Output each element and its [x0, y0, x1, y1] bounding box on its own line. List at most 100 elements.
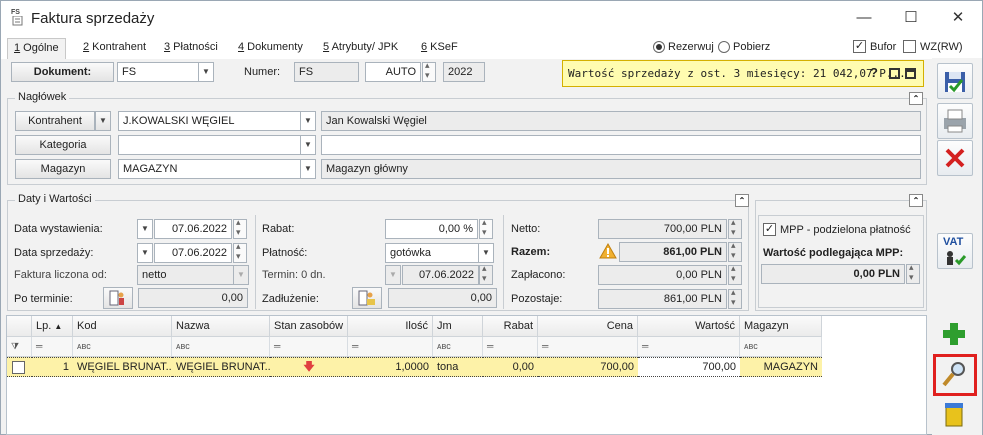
window-icon[interactable]: [905, 68, 916, 79]
tab-kontrahent[interactable]: 2 Kontrahent: [77, 38, 152, 59]
grid-filter-jm[interactable]: ᴀʙc: [433, 337, 483, 357]
rezerwuj-label: Rezerwuj: [668, 41, 714, 53]
edit-button[interactable]: [937, 357, 973, 393]
rabat-field[interactable]: 0,00 %: [385, 219, 478, 239]
grid-header-rabat[interactable]: Rabat: [483, 316, 538, 337]
grid-filter-wartosc[interactable]: ═: [638, 337, 740, 357]
print-button[interactable]: [937, 103, 973, 139]
collapse-icon[interactable]: ⌃: [909, 92, 923, 105]
expand-icon[interactable]: [889, 68, 900, 79]
filter-icon[interactable]: ⧩: [7, 337, 32, 357]
sales-info-banner: Wartość sprzedaży z ost. 3 miesięcy: 21 …: [562, 60, 924, 87]
po-terminie-button[interactable]: [103, 287, 133, 309]
tab-ksef[interactable]: 6 KSeF: [415, 38, 464, 59]
row-ilosc[interactable]: 1,0000: [348, 357, 433, 377]
row-cena[interactable]: 700,00: [538, 357, 638, 377]
grid-filter-stan[interactable]: ═: [270, 337, 348, 357]
grid-header-cena[interactable]: Cena: [538, 316, 638, 337]
grid-header-wartosc[interactable]: Wartość: [638, 316, 740, 337]
table-row[interactable]: [7, 357, 32, 377]
data-sprzedazy-spinner[interactable]: [233, 241, 247, 263]
chevron-down-icon[interactable]: ▼: [478, 243, 494, 263]
wz-checkbox[interactable]: [903, 40, 916, 53]
platnosc-select[interactable]: gotówka: [385, 243, 479, 263]
pobierz-radio[interactable]: [718, 41, 730, 53]
grid-header-ilosc[interactable]: Ilość: [348, 316, 433, 337]
grid-header-lp[interactable]: Lp. ▲: [32, 316, 73, 337]
chevron-down-icon[interactable]: ▼: [300, 159, 316, 179]
chevron-down-icon[interactable]: ▼: [300, 111, 316, 131]
grid-header-select: [7, 316, 32, 337]
bufor-checkbox[interactable]: ✓: [853, 40, 866, 53]
tab-platnosci[interactable]: 3 Płatności: [158, 38, 224, 59]
document-type-select[interactable]: FS: [117, 62, 199, 82]
dokument-button[interactable]: Dokument:: [11, 62, 114, 82]
row-kod[interactable]: WĘGIEL BRUNAT...: [73, 357, 172, 377]
stock-down-arrow-icon: 🡇: [270, 357, 348, 377]
help-icon[interactable]: ?: [870, 65, 878, 80]
grid-header-kod[interactable]: Kod: [73, 316, 172, 337]
magazyn-code-field[interactable]: MAGAZYN: [118, 159, 301, 179]
grid-filter-magazyn[interactable]: ᴀʙc: [740, 337, 822, 357]
numer-mode-field[interactable]: AUTO: [365, 62, 421, 82]
trash-icon: [945, 403, 963, 427]
data-wystawienia-label: Data wystawienia:: [14, 223, 103, 235]
zadluzenie-label: Zadłużenie:: [262, 293, 319, 305]
collapse-icon[interactable]: ⌃: [735, 194, 749, 207]
action-sidebar: VAT: [932, 58, 982, 435]
zaplacono-field: 0,00 PLN: [598, 265, 727, 285]
grid-header-magazyn[interactable]: Magazyn: [740, 316, 822, 337]
chevron-down-icon[interactable]: ▼: [137, 243, 153, 263]
row-magazyn[interactable]: MAGAZYN: [740, 357, 822, 377]
magazyn-button[interactable]: Magazyn: [15, 159, 111, 179]
items-grid[interactable]: Lp. ▲ Kod Nazwa Stan zasobów Ilość Jm Ra…: [6, 315, 927, 435]
kategoria-code-field[interactable]: [118, 135, 301, 155]
rabat-spinner[interactable]: [479, 217, 493, 239]
tab-dokumenty[interactable]: 4 Dokumenty: [232, 38, 309, 59]
grid-header-stan[interactable]: Stan zasobów: [270, 316, 348, 337]
vat-button[interactable]: VAT: [937, 233, 973, 269]
grid-filter-cena[interactable]: ═: [538, 337, 638, 357]
add-button[interactable]: [937, 317, 973, 353]
data-wystawienia-spinner[interactable]: [233, 217, 247, 239]
chevron-down-icon[interactable]: ▼: [300, 135, 316, 155]
liczona-select: netto: [137, 265, 234, 285]
grid-header-jm[interactable]: Jm: [433, 316, 483, 337]
kategoria-description-field[interactable]: [321, 135, 921, 155]
tab-atrybuty-jpk[interactable]: 5 Atrybuty/ JPK: [317, 38, 404, 59]
kategoria-button[interactable]: Kategoria: [15, 135, 111, 155]
calendar-person-icon: [109, 290, 124, 306]
delete-button[interactable]: [937, 397, 973, 433]
maximize-button[interactable]: ☐: [896, 7, 926, 29]
liczona-label: Faktura liczona od:: [14, 269, 107, 281]
grid-filter-nazwa[interactable]: ᴀʙc: [172, 337, 270, 357]
rezerwuj-radio[interactable]: [653, 41, 665, 53]
zadluzenie-button[interactable]: [352, 287, 382, 309]
grid-filter-kod[interactable]: ᴀʙc: [73, 337, 172, 357]
row-checkbox[interactable]: [12, 361, 25, 374]
data-sprzedazy-field[interactable]: 07.06.2022: [154, 243, 232, 263]
kontrahent-code-field[interactable]: J.KOWALSKI WĘGIEL: [118, 111, 301, 131]
row-rabat[interactable]: 0,00: [483, 357, 538, 377]
minimize-button[interactable]: —: [849, 7, 879, 29]
kontrahent-menu-icon[interactable]: ▼: [95, 111, 111, 131]
grid-header-nazwa[interactable]: Nazwa: [172, 316, 270, 337]
grid-filter-rabat[interactable]: ═: [483, 337, 538, 357]
chevron-down-icon[interactable]: ▼: [198, 62, 214, 82]
collapse-icon[interactable]: ⌃: [909, 194, 923, 207]
grid-filter-ilosc[interactable]: ═: [348, 337, 433, 357]
kontrahent-button[interactable]: Kontrahent: [15, 111, 95, 131]
row-wartosc[interactable]: 700,00: [638, 357, 740, 377]
save-button[interactable]: [937, 63, 973, 99]
data-wystawienia-field[interactable]: 07.06.2022: [154, 219, 232, 239]
cancel-button[interactable]: [937, 140, 973, 176]
tab-ogolne[interactable]: 1 Ogólne: [7, 38, 66, 59]
chevron-down-icon[interactable]: ▼: [137, 219, 153, 239]
row-jm[interactable]: tona: [433, 357, 483, 377]
sales-info-text: Wartość sprzedaży z ost. 3 miesięcy: 21 …: [568, 67, 906, 80]
mpp-checkbox[interactable]: ✓: [763, 223, 776, 236]
close-button[interactable]: ✕: [943, 7, 973, 29]
row-nazwa[interactable]: WĘGIEL BRUNAT...: [172, 357, 270, 377]
grid-filter-lp[interactable]: ═: [32, 337, 73, 357]
numer-spinner[interactable]: [422, 60, 436, 82]
